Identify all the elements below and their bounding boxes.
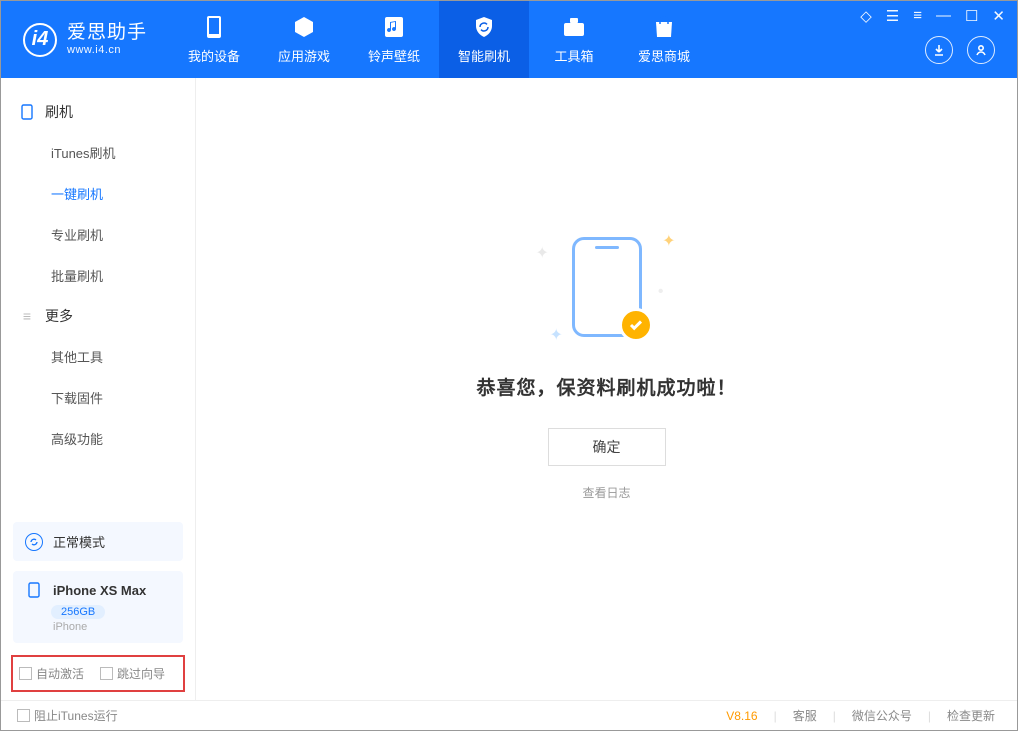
view-log-link[interactable]: 查看日志 — [582, 484, 630, 501]
device-storage-badge: 256GB — [51, 605, 105, 619]
sidebar-item-other-tools[interactable]: 其他工具 — [1, 336, 195, 377]
sidebar-item-oneclick-flash[interactable]: 一键刷机 — [1, 173, 195, 214]
app-title: 爱思助手 — [67, 23, 147, 44]
main-content: ✦ ✦ ✦ • 恭喜您，保资料刷机成功啦！ 确定 查看日志 — [196, 78, 1017, 700]
sidebar-group-more[interactable]: ≡ 更多 — [1, 296, 195, 336]
mode-sync-icon — [25, 533, 43, 551]
sidebar-group-flash[interactable]: 刷机 — [1, 92, 195, 132]
list-icon: ≡ — [19, 308, 35, 324]
device-card[interactable]: iPhone XS Max 256GB iPhone — [13, 571, 183, 643]
device-name: iPhone XS Max — [53, 583, 146, 598]
window-controls: ◇ ☰ ≡ — ☐ ✕ — [858, 7, 1007, 25]
sidebar-item-pro-flash[interactable]: 专业刷机 — [1, 214, 195, 255]
download-button[interactable] — [925, 36, 953, 64]
nav-tab-apps[interactable]: 应用游戏 — [259, 1, 349, 78]
shield-sync-icon — [471, 14, 497, 40]
settings-icon[interactable]: ☰ — [884, 7, 901, 25]
nav-tab-label: 应用游戏 — [278, 46, 330, 65]
close-button[interactable]: ✕ — [990, 7, 1007, 25]
nav-tab-store[interactable]: 爱思商城 — [619, 1, 709, 78]
sidebar-item-download-firmware[interactable]: 下载固件 — [1, 377, 195, 418]
app-logo: i4 爱思助手 www.i4.cn — [1, 23, 169, 57]
device-phone-icon — [25, 581, 43, 599]
sparkle-icon: ✦ — [550, 325, 563, 345]
auto-activate-checkbox[interactable]: 自动激活 — [19, 665, 84, 682]
success-message: 恭喜您，保资料刷机成功啦！ — [476, 373, 736, 400]
flash-options-highlight: 自动激活 跳过向导 — [11, 655, 185, 692]
device-type: iPhone — [53, 621, 171, 633]
nav-tab-flash[interactable]: 智能刷机 — [439, 1, 529, 78]
nav-tab-toolbox[interactable]: 工具箱 — [529, 1, 619, 78]
minimize-button[interactable]: — — [934, 7, 953, 25]
footer-link-support[interactable]: 客服 — [787, 707, 823, 724]
sidebar-item-advanced[interactable]: 高级功能 — [1, 418, 195, 459]
nav-tab-ringtones[interactable]: 铃声壁纸 — [349, 1, 439, 78]
phone-outline-icon — [19, 104, 35, 120]
sparkle-icon: • — [658, 283, 664, 301]
nav-tab-label: 爱思商城 — [638, 46, 690, 65]
nav-tab-label: 工具箱 — [555, 46, 594, 65]
nav-tab-label: 我的设备 — [188, 46, 240, 65]
user-button[interactable] — [967, 36, 995, 64]
sparkle-icon: ✦ — [536, 243, 549, 263]
skip-setup-checkbox[interactable]: 跳过向导 — [100, 665, 165, 682]
success-check-icon — [619, 308, 653, 342]
shopping-bag-icon — [651, 14, 677, 40]
footer: 阻止iTunes运行 V8.16 | 客服 | 微信公众号 | 检查更新 — [1, 700, 1017, 730]
maximize-button[interactable]: ☐ — [963, 7, 980, 25]
sidebar-item-batch-flash[interactable]: 批量刷机 — [1, 255, 195, 296]
app-header: i4 爱思助手 www.i4.cn 我的设备 应用游戏 铃声壁纸 智能刷机 工具… — [1, 1, 1017, 78]
phone-icon — [201, 14, 227, 40]
sidebar: 刷机 iTunes刷机 一键刷机 专业刷机 批量刷机 ≡ 更多 其他工具 下载固… — [1, 78, 196, 700]
nav-tab-label: 智能刷机 — [458, 46, 510, 65]
mode-card[interactable]: 正常模式 — [13, 522, 183, 561]
sidebar-item-itunes-flash[interactable]: iTunes刷机 — [1, 132, 195, 173]
logo-icon: i4 — [23, 23, 57, 57]
nav-tabs: 我的设备 应用游戏 铃声壁纸 智能刷机 工具箱 爱思商城 — [169, 1, 709, 78]
phone-illustration — [572, 237, 642, 337]
toolbox-icon — [561, 14, 587, 40]
version-label: V8.16 — [726, 709, 757, 723]
cube-icon — [291, 14, 317, 40]
music-note-icon — [381, 14, 407, 40]
mode-label: 正常模式 — [53, 532, 105, 551]
nav-tab-label: 铃声壁纸 — [368, 46, 420, 65]
ok-button[interactable]: 确定 — [548, 428, 666, 466]
nav-tab-device[interactable]: 我的设备 — [169, 1, 259, 78]
block-itunes-checkbox[interactable]: 阻止iTunes运行 — [17, 707, 118, 724]
app-subtitle: www.i4.cn — [67, 44, 147, 56]
sidebar-group-label: 更多 — [45, 306, 73, 326]
menu-icon[interactable]: ≡ — [911, 7, 924, 25]
footer-link-update[interactable]: 检查更新 — [941, 707, 1001, 724]
theme-icon[interactable]: ◇ — [858, 7, 874, 25]
footer-link-wechat[interactable]: 微信公众号 — [846, 707, 918, 724]
sparkle-icon: ✦ — [662, 231, 675, 251]
sidebar-group-label: 刷机 — [45, 102, 73, 122]
